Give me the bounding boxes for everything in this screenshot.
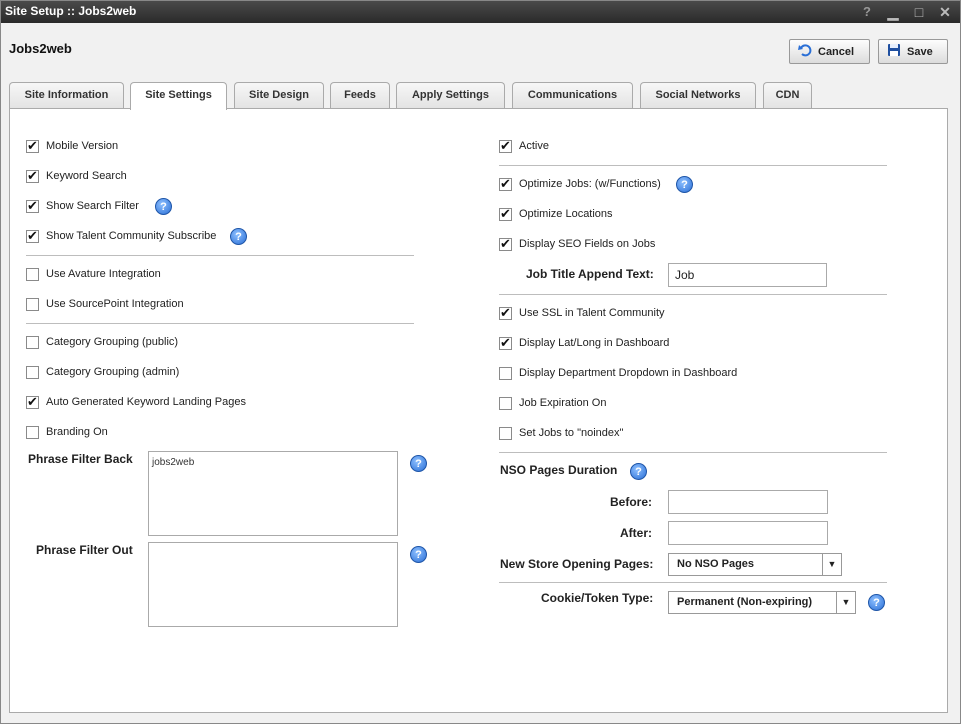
display-department-dropdown-label: Display Department Dropdown in Dashboard — [519, 367, 738, 379]
tab-site-information[interactable]: Site Information — [9, 82, 124, 108]
optimize-locations-label: Optimize Locations — [519, 208, 613, 220]
dropdown-arrow-icon: ▼ — [822, 554, 841, 575]
cancel-label: Cancel — [818, 45, 855, 58]
set-jobs-noindex-label: Set Jobs to "noindex" — [519, 427, 624, 439]
divider — [499, 165, 887, 166]
optimize-jobs-label: Optimize Jobs: (w/Functions) — [519, 178, 661, 190]
use-sourcepoint-integration-label: Use SourcePoint Integration — [46, 298, 184, 310]
help-icon[interactable]: ? — [630, 463, 647, 480]
show-talent-community-subscribe-checkbox[interactable] — [26, 228, 39, 244]
job-expiration-on-label: Job Expiration On — [519, 397, 607, 409]
show-talent-community-subscribe-label: Show Talent Community Subscribe — [46, 230, 217, 242]
cancel-button[interactable]: Cancel — [789, 39, 870, 64]
cookie-token-type-select[interactable]: Permanent (Non-expiring) ▼ — [668, 591, 856, 614]
divider — [499, 294, 887, 295]
auto-generated-keyword-landing-pages-checkbox[interactable] — [26, 394, 39, 410]
display-seo-fields-label: Display SEO Fields on Jobs — [519, 238, 656, 250]
use-ssl-talent-community-label: Use SSL in Talent Community — [519, 307, 665, 319]
help-icon[interactable]: ? — [410, 455, 427, 472]
display-lat-long-label: Display Lat/Long in Dashboard — [519, 337, 670, 349]
minimize-icon[interactable]: ▁ — [884, 2, 902, 22]
tab-social-networks[interactable]: Social Networks — [640, 82, 756, 108]
phrase-filter-out-label: Phrase Filter Out — [36, 543, 133, 557]
keyword-search-label: Keyword Search — [46, 170, 127, 182]
new-store-opening-pages-select[interactable]: No NSO Pages ▼ — [668, 553, 842, 576]
new-store-opening-pages-label: New Store Opening Pages: — [500, 557, 654, 571]
job-title-append-label: Job Title Append Text: — [526, 267, 654, 281]
dropdown-arrow-icon: ▼ — [836, 592, 855, 613]
job-expiration-on-checkbox[interactable] — [499, 397, 512, 410]
nso-after-label: After: — [620, 526, 652, 540]
job-title-append-input[interactable] — [668, 263, 827, 287]
display-seo-fields-checkbox[interactable] — [499, 236, 512, 252]
save-button[interactable]: Save — [878, 39, 948, 64]
site-settings-panel: Mobile Version Keyword Search Show Searc… — [9, 108, 948, 713]
category-grouping-admin-label: Category Grouping (admin) — [46, 366, 180, 378]
use-sourcepoint-integration-checkbox[interactable] — [26, 298, 39, 311]
new-store-opening-pages-value: No NSO Pages — [677, 558, 755, 570]
window-title: Site Setup :: Jobs2web — [5, 4, 137, 18]
tab-site-settings[interactable]: Site Settings — [130, 82, 227, 110]
use-avature-integration-label: Use Avature Integration — [46, 268, 161, 280]
nso-pages-duration-heading: NSO Pages Duration — [500, 463, 618, 477]
tab-feeds[interactable]: Feeds — [330, 82, 390, 108]
set-jobs-noindex-checkbox[interactable] — [499, 427, 512, 440]
divider — [499, 582, 887, 583]
display-lat-long-checkbox[interactable] — [499, 335, 512, 351]
undo-icon — [798, 43, 812, 60]
show-search-filter-label: Show Search Filter — [46, 200, 139, 212]
maximize-icon[interactable]: □ — [910, 2, 928, 22]
branding-on-checkbox[interactable] — [26, 426, 39, 439]
auto-generated-keyword-landing-pages-label: Auto Generated Keyword Landing Pages — [46, 396, 246, 408]
page-title: Jobs2web — [9, 41, 72, 56]
help-icon[interactable]: ? — [410, 546, 427, 563]
save-label: Save — [907, 45, 933, 58]
site-setup-window: Site Setup :: Jobs2web ? ▁ □ ✕ Jobs2web … — [0, 0, 961, 724]
help-icon[interactable]: ? — [230, 228, 247, 245]
tab-cdn[interactable]: CDN — [763, 82, 812, 108]
branding-on-label: Branding On — [46, 426, 108, 438]
category-grouping-public-checkbox[interactable] — [26, 336, 39, 349]
category-grouping-public-label: Category Grouping (public) — [46, 336, 179, 348]
help-icon[interactable]: ? — [868, 594, 885, 611]
cookie-token-type-label: Cookie/Token Type: — [541, 591, 654, 605]
optimize-locations-checkbox[interactable] — [499, 206, 512, 222]
use-ssl-talent-community-checkbox[interactable] — [499, 305, 512, 321]
nso-before-input[interactable] — [668, 490, 828, 514]
tab-site-design[interactable]: Site Design — [234, 82, 324, 108]
close-icon[interactable]: ✕ — [936, 2, 954, 22]
tab-apply-settings[interactable]: Apply Settings — [396, 82, 505, 108]
active-checkbox[interactable] — [499, 138, 512, 154]
active-label: Active — [519, 140, 549, 152]
window-controls: ? ▁ □ ✕ — [858, 1, 954, 23]
divider — [26, 323, 414, 324]
show-search-filter-checkbox[interactable] — [26, 198, 39, 214]
help-icon[interactable]: ? — [676, 176, 693, 193]
display-department-dropdown-checkbox[interactable] — [499, 367, 512, 380]
phrase-filter-out-textarea[interactable] — [148, 542, 398, 627]
help-icon[interactable]: ? — [858, 2, 876, 22]
floppy-disk-icon — [887, 43, 901, 60]
use-avature-integration-checkbox[interactable] — [26, 268, 39, 281]
category-grouping-admin-checkbox[interactable] — [26, 366, 39, 379]
phrase-filter-back-label: Phrase Filter Back — [28, 452, 133, 466]
optimize-jobs-checkbox[interactable] — [499, 176, 512, 192]
mobile-version-label: Mobile Version — [46, 140, 119, 152]
phrase-filter-back-textarea[interactable]: jobs2web — [148, 451, 398, 536]
mobile-version-checkbox[interactable] — [26, 138, 39, 154]
divider — [499, 452, 887, 453]
window-titlebar: Site Setup :: Jobs2web ? ▁ □ ✕ — [1, 1, 960, 23]
cookie-token-type-value: Permanent (Non-expiring) — [677, 596, 813, 608]
nso-before-label: Before: — [610, 495, 653, 509]
nso-after-input[interactable] — [668, 521, 828, 545]
help-icon[interactable]: ? — [155, 198, 172, 215]
keyword-search-checkbox[interactable] — [26, 168, 39, 184]
divider — [26, 255, 414, 256]
tab-communications[interactable]: Communications — [512, 82, 633, 108]
